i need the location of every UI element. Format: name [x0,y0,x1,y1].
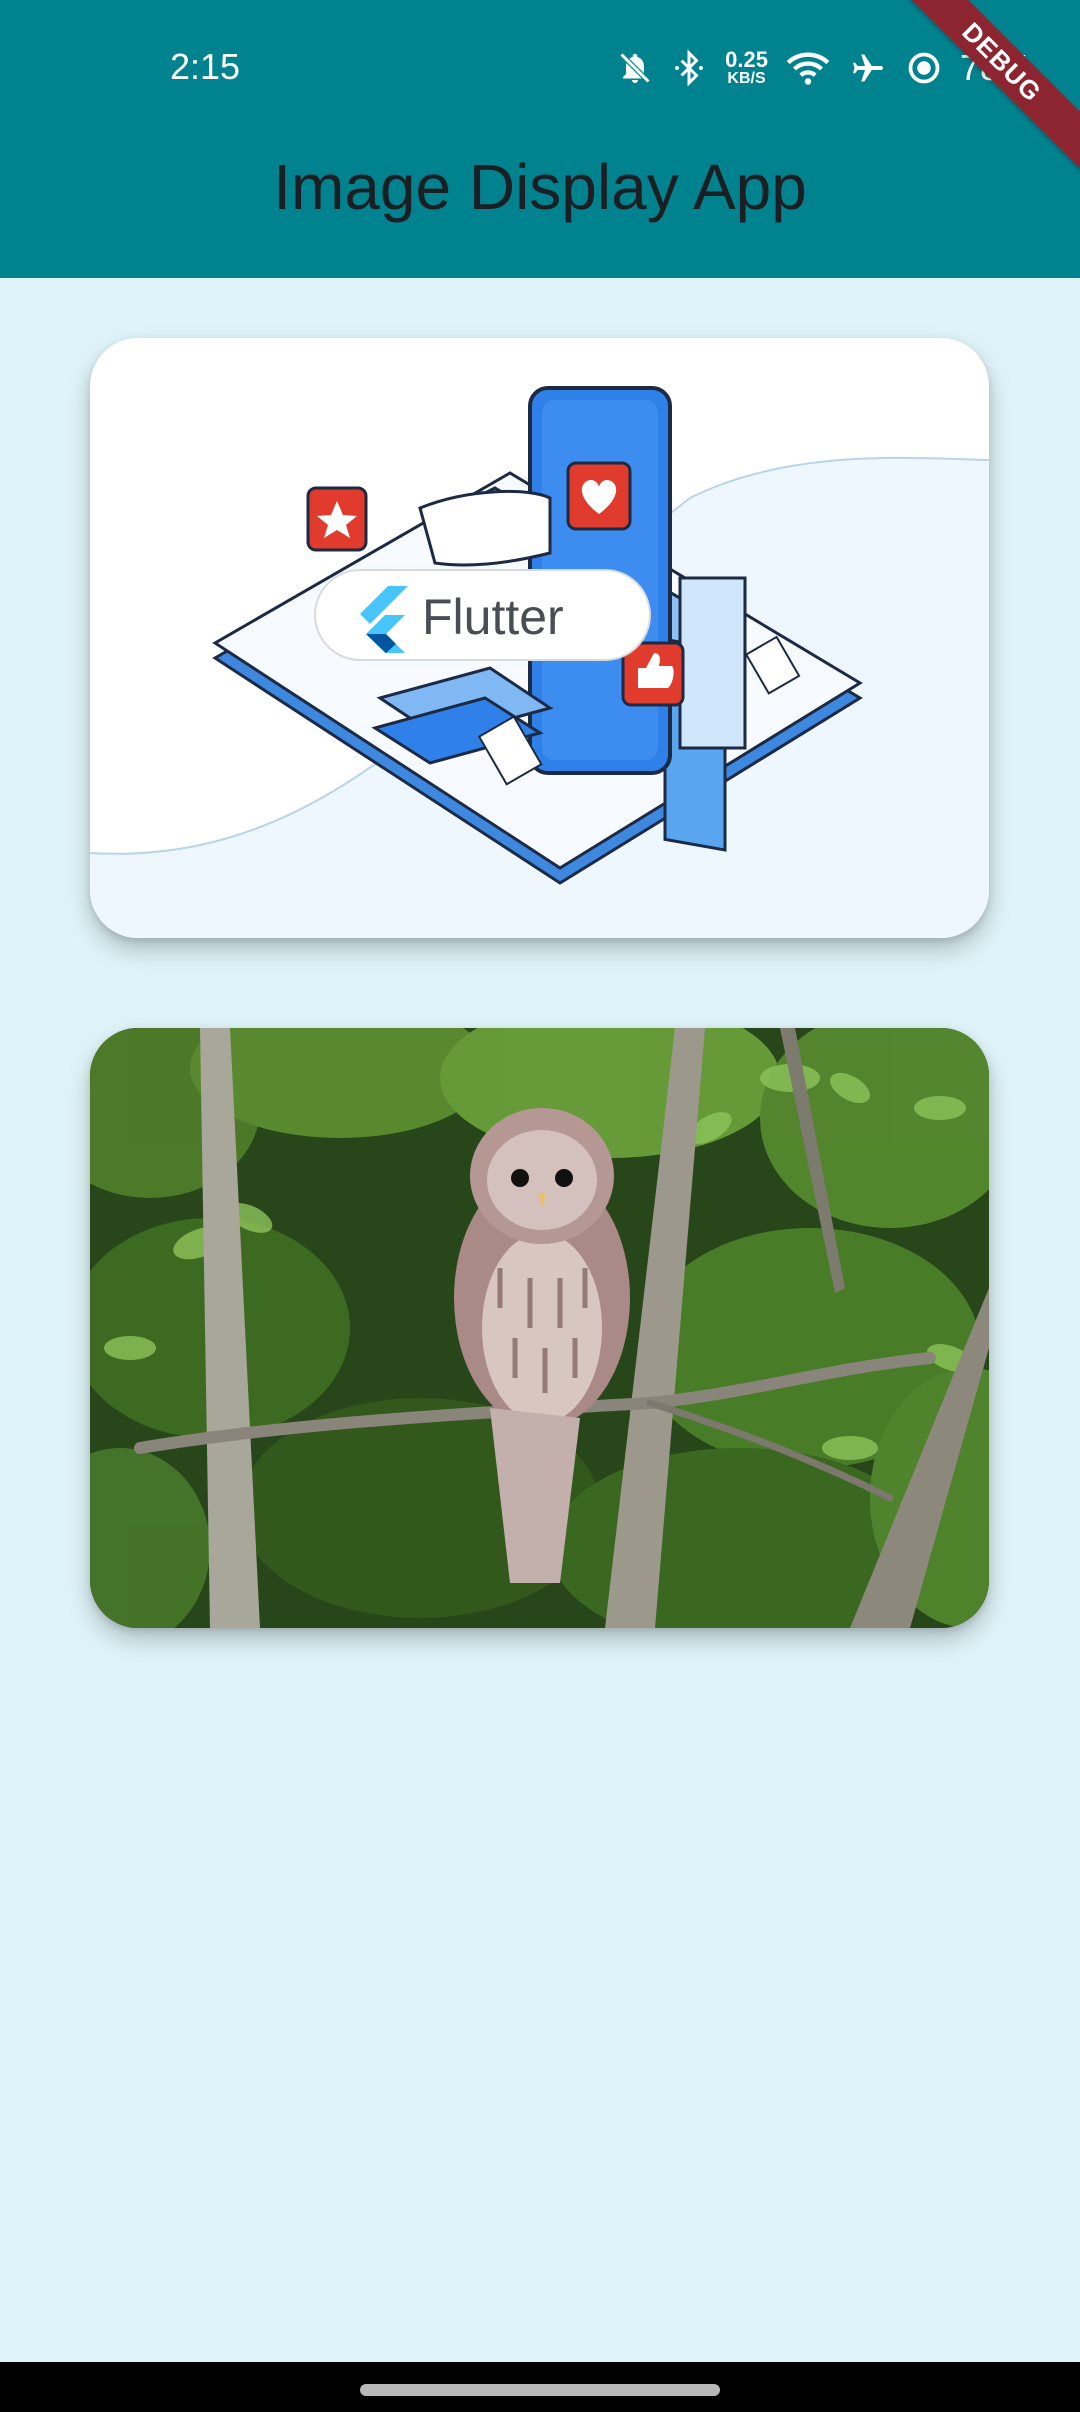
image-card-flutter[interactable]: Flutter [90,338,989,938]
net-speed-unit: KB/S [727,70,766,87]
image-card-owl[interactable] [90,1028,989,1628]
bell-off-icon [617,50,653,86]
net-speed-indicator: 0.25 KB/S [725,49,768,87]
bluetooth-icon [671,50,707,86]
star-badge-icon [306,486,368,552]
navigation-bar [0,2362,1080,2412]
home-gesture-handle[interactable] [360,2384,720,2396]
airplane-icon [848,50,888,86]
owl-photo [90,1028,989,1628]
status-time: 2:15 [170,46,241,87]
flutter-logo-text: Flutter [422,589,564,645]
status-bar: 2:15 0.25 KB/S 78% [0,0,1080,138]
heart-badge-icon [566,461,632,531]
flutter-illustration: Flutter [90,386,989,938]
flutter-logo-badge: Flutter [314,569,651,661]
page-title: Image Display App [273,151,807,223]
net-speed-value: 0.25 [725,47,768,72]
app-bar: 2:15 0.25 KB/S 78% Image Display A [0,0,1080,278]
wifi-icon [786,50,830,86]
data-saver-icon [906,50,942,86]
